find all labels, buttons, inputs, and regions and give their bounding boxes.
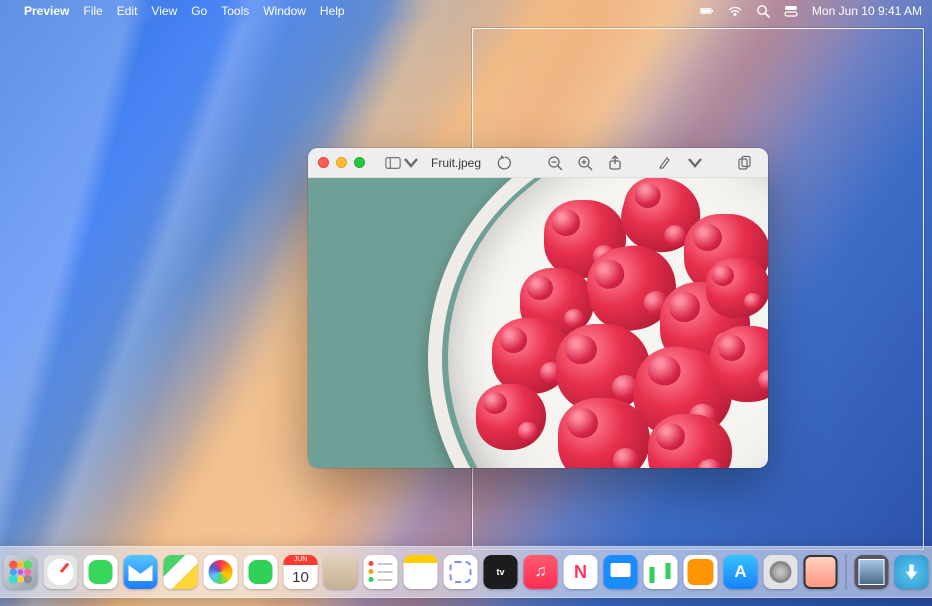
dock-mail-icon[interactable]: [124, 555, 158, 589]
zoom-out-button[interactable]: [547, 155, 563, 171]
rotate-left-button[interactable]: [497, 155, 513, 171]
menu-go[interactable]: Go: [191, 4, 207, 18]
menu-file[interactable]: File: [83, 4, 102, 18]
menu-view[interactable]: View: [151, 4, 177, 18]
dock-facetime-icon[interactable]: [244, 555, 278, 589]
highlight-menu-chevron-icon[interactable]: [687, 155, 703, 171]
calendar-month-label: JUN: [284, 555, 318, 565]
zoom-in-button[interactable]: [577, 155, 593, 171]
dock-pages-icon[interactable]: [684, 555, 718, 589]
preview-window[interactable]: Fruit.jpeg: [308, 148, 768, 468]
markup-toggle-button[interactable]: [767, 155, 768, 171]
spotlight-icon[interactable]: [756, 4, 770, 18]
dock-contacts-icon[interactable]: [324, 555, 358, 589]
highlight-button[interactable]: [657, 155, 673, 171]
share-button[interactable]: [607, 155, 623, 171]
dock-preview-thumbnail-icon[interactable]: [855, 555, 889, 589]
dock-safari-icon[interactable]: [44, 555, 78, 589]
dock-launchpad-icon[interactable]: [4, 555, 38, 589]
dock-numbers-icon[interactable]: [644, 555, 678, 589]
calendar-day-label: 10: [284, 565, 318, 589]
menu-window[interactable]: Window: [263, 4, 306, 18]
image-viewport[interactable]: [308, 178, 768, 468]
window-title: Fruit.jpeg: [431, 156, 481, 170]
dock-photos-icon[interactable]: [204, 555, 238, 589]
control-center-icon[interactable]: [784, 4, 798, 18]
image-content-raspberries: [308, 178, 768, 468]
dock-settings-icon[interactable]: [764, 555, 798, 589]
menu-edit[interactable]: Edit: [117, 4, 138, 18]
dock: JUN 10 tv: [0, 546, 932, 598]
dock-reminders-icon[interactable]: [364, 555, 398, 589]
window-minimize-button[interactable]: [336, 157, 347, 168]
wifi-icon[interactable]: [728, 4, 742, 18]
dock-calendar-icon[interactable]: JUN 10: [284, 555, 318, 589]
dock-notes-icon[interactable]: [404, 555, 438, 589]
window-close-button[interactable]: [318, 157, 329, 168]
copy-button[interactable]: [737, 155, 753, 171]
dock-appletv-icon[interactable]: tv: [484, 555, 518, 589]
window-zoom-button[interactable]: [354, 157, 365, 168]
battery-icon[interactable]: [700, 4, 714, 18]
dock-freeform-icon[interactable]: [444, 555, 478, 589]
menu-tools[interactable]: Tools: [221, 4, 249, 18]
dock-keynote-icon[interactable]: [604, 555, 638, 589]
dock-news-icon[interactable]: [564, 555, 598, 589]
dock-music-icon[interactable]: [524, 555, 558, 589]
dock-iphone-mirroring-icon[interactable]: [804, 555, 838, 589]
dock-separator: [846, 554, 847, 590]
dock-appstore-icon[interactable]: [724, 555, 758, 589]
window-titlebar[interactable]: Fruit.jpeg: [308, 148, 768, 178]
dock-downloads-icon[interactable]: [895, 555, 929, 589]
menu-bar: Preview File Edit View Go Tools Window H…: [0, 0, 932, 22]
app-menu[interactable]: Preview: [24, 4, 69, 18]
menu-help[interactable]: Help: [320, 4, 345, 18]
menu-clock[interactable]: Mon Jun 10 9:41 AM: [812, 4, 922, 18]
sidebar-toggle-button[interactable]: [385, 155, 419, 171]
dock-messages-icon[interactable]: [84, 555, 118, 589]
appletv-label: tv: [496, 567, 504, 577]
dock-maps-icon[interactable]: [164, 555, 198, 589]
